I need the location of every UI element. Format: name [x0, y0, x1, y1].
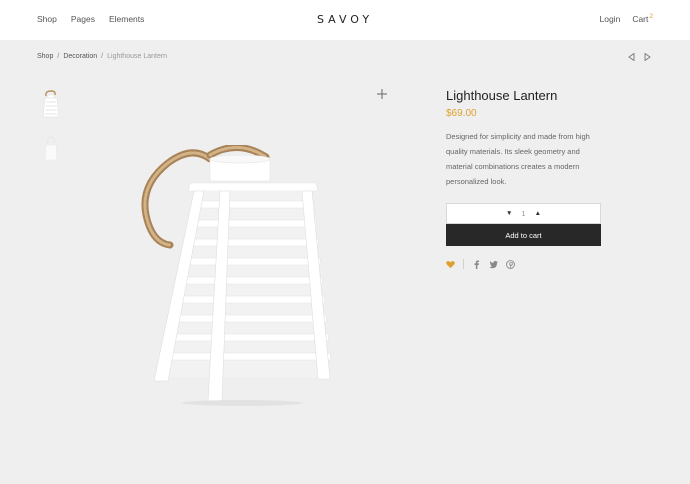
cart-count-badge: 2	[649, 13, 653, 20]
heart-icon[interactable]	[446, 260, 455, 269]
product-info: Lighthouse Lantern $69.00 Designed for s…	[446, 88, 601, 189]
add-to-cart-button[interactable]: Add to cart	[446, 224, 601, 246]
pinterest-icon[interactable]	[506, 259, 515, 269]
twitter-icon[interactable]	[489, 260, 498, 269]
next-product-icon[interactable]	[644, 53, 651, 61]
login-link[interactable]: Login	[600, 14, 621, 24]
quantity-input[interactable]: 1	[521, 209, 525, 218]
quantity-decrease-button[interactable]: ▼	[506, 210, 512, 217]
social-share	[446, 259, 523, 269]
share-divider	[463, 259, 464, 269]
breadcrumb-shop[interactable]: Shop	[37, 53, 53, 60]
product-title: Lighthouse Lantern	[446, 88, 558, 103]
cart-link[interactable]: Cart2	[632, 13, 653, 24]
account-nav: Login Cart2	[600, 13, 654, 24]
breadcrumb-separator: /	[101, 53, 104, 60]
site-logo[interactable]: SAVOY	[0, 13, 690, 26]
prev-product-icon[interactable]	[628, 53, 635, 61]
quantity-increase-button[interactable]: ▲	[535, 210, 541, 217]
product-description: Designed for simplicity and made from hi…	[446, 132, 590, 186]
facebook-icon[interactable]	[472, 259, 481, 269]
breadcrumb: Shop / Decoration / Lighthouse Lantern	[37, 53, 167, 60]
zoom-plus-icon[interactable]	[376, 88, 388, 100]
cart-label: Cart	[632, 14, 649, 24]
lantern-thumb[interactable]	[37, 88, 65, 122]
thumbnail-list	[37, 88, 65, 176]
product-main-image	[141, 145, 332, 406]
breadcrumb-decoration[interactable]: Decoration	[63, 53, 97, 60]
breadcrumb-current: Lighthouse Lantern	[107, 53, 168, 60]
lantern-side-thumb[interactable]	[37, 132, 65, 166]
product-pager	[628, 53, 651, 61]
product-price: $69.00	[446, 108, 477, 119]
site-header: Shop Pages Elements SAVOY Login Cart2	[0, 0, 690, 40]
quantity-stepper: ▼ 1 ▲	[446, 203, 601, 224]
breadcrumb-separator: /	[57, 53, 60, 60]
